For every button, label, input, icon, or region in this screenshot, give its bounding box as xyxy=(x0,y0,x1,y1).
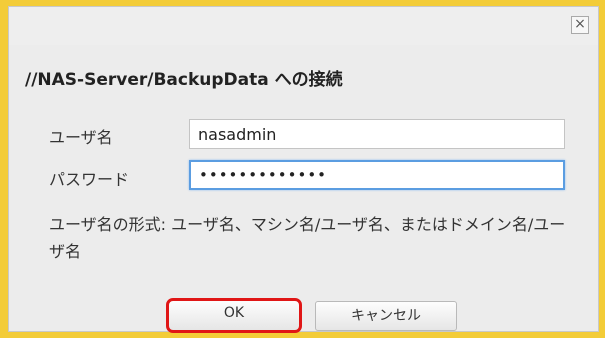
close-icon[interactable]: × xyxy=(571,16,589,34)
username-label: ユーザ名 xyxy=(49,128,113,147)
dialog-titlebar: × xyxy=(9,7,598,45)
cancel-button[interactable]: キャンセル xyxy=(315,301,457,331)
login-dialog: × //NAS-Server/BackupData への接続 ユーザ名 パスワー… xyxy=(8,6,599,333)
username-field[interactable] xyxy=(189,119,565,149)
dialog-heading: //NAS-Server/BackupData への接続 xyxy=(25,70,343,90)
dialog-body: //NAS-Server/BackupData への接続 ユーザ名 パスワード … xyxy=(9,45,598,333)
password-label: パスワード xyxy=(49,170,130,189)
ok-button[interactable]: OK xyxy=(166,298,302,333)
username-format-hint: ユーザ名の形式: ユーザ名、マシン名/ユーザ名、またはドメイン名/ユーザ名 xyxy=(49,215,566,261)
password-field[interactable] xyxy=(189,160,565,190)
